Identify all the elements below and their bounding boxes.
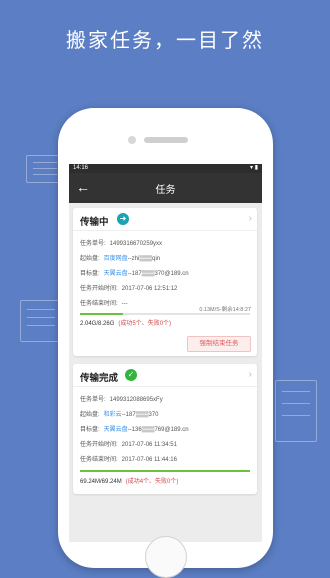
start-time-row: 任务开始时间: 2017-07-06 12:51:12 (80, 286, 178, 292)
source-row: 起始盘: 和彩云--187▒▒▒370 (80, 412, 159, 418)
camera-icon (128, 136, 136, 144)
progress-bar (80, 313, 250, 315)
task-card-in-progress[interactable]: 传输中 ➜ › 任务单号: 1499316670259yxx 起始盘: 百度网盘--… (73, 208, 257, 356)
home-button[interactable] (145, 536, 187, 578)
start-time-row: 任务开始时间: 2017-07-06 11:34:51 (80, 442, 177, 448)
force-stop-button[interactable]: 强制结束任务 (187, 336, 251, 352)
phone-frame: 14:16 ▾ ▮ ← 任务 传输中 ➜ › 任务单号: 149931667025… (58, 108, 273, 578)
target-row: 目标盘: 天翼云盘--187▒▒▒370@189.cn (80, 271, 189, 277)
promo-headline: 搬家任务，一目了然 (66, 30, 264, 52)
decor-panel-right (275, 380, 317, 442)
arrow-right-icon: ➜ (117, 213, 129, 225)
end-time-row: 任务结束时间: 2017-07-06 11:44:16 (80, 457, 177, 463)
progress-fill (80, 313, 123, 315)
task-card-complete[interactable]: 传输完成 ✓ › 任务单号: 1499312088695xFy 起始盘: 和彩云--… (73, 364, 257, 494)
progress-bar (80, 470, 250, 472)
card-title: 传输中 (80, 217, 109, 228)
target-row: 目标盘: 天翼云盘--136▒▒▒769@189.cn (80, 427, 189, 433)
card-header: 传输中 ➜ › (73, 208, 257, 231)
task-id-row: 任务单号: 1499316670259yxx (80, 241, 163, 247)
chevron-right-icon[interactable]: › (249, 213, 252, 224)
progress-text: 69.24M/69.24M (成功4个、失败0个) (80, 479, 179, 485)
source-row: 起始盘: 百度网盘--zhi▒▒▒qin (80, 256, 161, 262)
signal-icon: ▾ ▮ (250, 165, 258, 171)
app-screen: 14:16 ▾ ▮ ← 任务 传输中 ➜ › 任务单号: 149931667025… (69, 164, 262, 542)
nav-bar: ← 任务 (69, 173, 262, 203)
card-title: 传输完成 (80, 373, 119, 384)
decor-panel-left-2 (20, 300, 62, 342)
progress-fill (80, 470, 250, 472)
page-title: 任务 (155, 185, 176, 196)
end-time-row: 任务结束时间: --- (80, 301, 128, 307)
card-header: 传输完成 ✓ › (73, 364, 257, 387)
check-icon: ✓ (125, 369, 137, 381)
progress-text: 2.04G/8.26G (成功5个、失败0个) (80, 321, 172, 327)
task-id-row: 任务单号: 1499312088695xFy (80, 397, 163, 403)
status-time: 14:16 (73, 165, 89, 171)
transfer-speed: 0.13M/S-剩余14:8:27 (199, 307, 251, 313)
status-bar: 14:16 ▾ ▮ (69, 164, 262, 173)
chevron-right-icon[interactable]: › (249, 369, 252, 380)
speaker-grille (144, 137, 188, 143)
